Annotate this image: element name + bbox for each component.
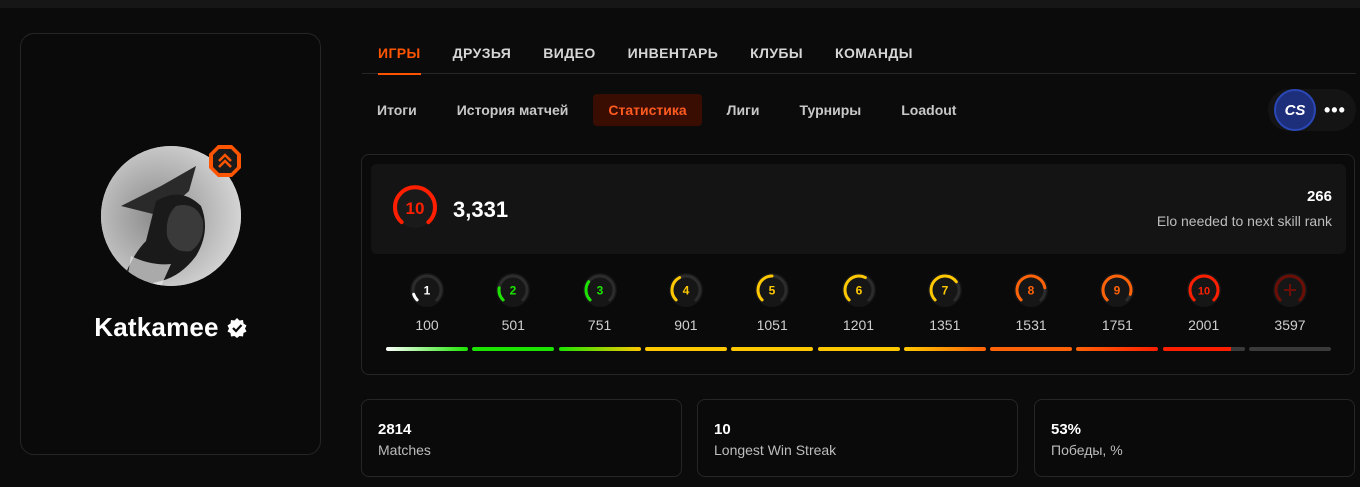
stat-label: Longest Win Streak xyxy=(714,442,837,458)
tab-video[interactable]: ВИДЕО xyxy=(527,33,611,74)
stat-value: 2814 xyxy=(378,421,412,438)
elo-needed-value: 266 xyxy=(1306,188,1332,205)
skill-level-icon: 7 xyxy=(927,273,962,307)
skill-levels-row: 1 100 2 501 3 751 4 901 5 1051 6 1201 7 1351 8 1531 9 175… xyxy=(386,271,1332,361)
elo-value: 3,331 xyxy=(453,197,509,222)
skill-level-number: 4 xyxy=(683,284,690,298)
main-tabs: ИГРЫ ДРУЗЬЯ ВИДЕО ИНВЕНТАРЬ КЛУБЫ КОМАНД… xyxy=(362,33,1356,75)
skill-level-number: 1 xyxy=(424,284,431,298)
skill-level-icon: 1 xyxy=(410,273,444,307)
skill-level-threshold: 3597 xyxy=(1274,317,1306,333)
skill-level-threshold: 751 xyxy=(587,317,612,333)
verified-icon xyxy=(227,317,247,338)
skill-level-10: 10 2001 xyxy=(1162,271,1245,351)
tab-inventory[interactable]: ИНВЕНТАРЬ xyxy=(612,33,735,74)
skill-level-icon: 5 xyxy=(755,273,790,307)
skill-level-5: 5 1051 xyxy=(731,271,814,351)
skill-level-threshold: 1351 xyxy=(929,317,961,333)
skill-level-6: 6 1201 xyxy=(817,271,900,351)
top-bar xyxy=(0,0,1360,8)
skill-level-number: 10 xyxy=(1198,286,1210,298)
skill-level-progress-bar xyxy=(386,347,468,351)
skill-level-threshold: 1201 xyxy=(842,317,875,333)
skill-level-threshold: 501 xyxy=(501,317,525,333)
skill-level-4: 4 901 xyxy=(644,271,727,351)
skill-level-icon xyxy=(1273,273,1307,307)
skill-level-progress-bar xyxy=(990,347,1073,351)
cs2-logo-icon[interactable]: CS xyxy=(1274,89,1316,131)
skill-level-progress-bar xyxy=(472,347,555,351)
elo-needed-label: Elo needed to next skill rank xyxy=(1156,213,1332,229)
skill-level-threshold: 1531 xyxy=(1015,317,1047,333)
elo-summary: 10 3,331 266 Elo needed to next skill ra… xyxy=(371,164,1346,254)
skill-level-progress-bar xyxy=(644,347,727,351)
skill-level-icon: 6 xyxy=(841,273,876,307)
skill-level-number: 5 xyxy=(769,284,776,298)
username-row: Katkamee xyxy=(21,312,320,343)
skill-level-progress-bar xyxy=(1162,347,1245,351)
skill-level-number: 2 xyxy=(510,284,517,298)
stat-value: 10 xyxy=(714,421,731,438)
stat-card-win-rate: 53% Победы, % xyxy=(1034,399,1355,477)
current-skill-level-icon: 10 xyxy=(391,184,439,232)
skill-level-icon: 3 xyxy=(582,273,617,307)
skill-level-threshold: 1051 xyxy=(756,317,788,333)
stat-card-win-streak: 10 Longest Win Streak xyxy=(697,399,1018,477)
skill-level-progress-bar xyxy=(731,347,814,351)
skill-level-progress-bar xyxy=(903,347,986,351)
skill-level-number: 6 xyxy=(855,284,862,298)
subtab-overview[interactable]: Итоги xyxy=(362,94,432,126)
skill-level-progress-bar xyxy=(558,347,641,351)
skill-level-icon: 9 xyxy=(1100,273,1135,307)
skill-level-threshold: 1751 xyxy=(1101,317,1133,333)
subtab-loadout[interactable]: Loadout xyxy=(886,94,971,126)
skill-level-1: 1 100 xyxy=(386,271,468,351)
skill-level-number: 9 xyxy=(1114,284,1121,298)
tab-teams[interactable]: КОМАНДЫ xyxy=(819,33,929,74)
skill-level-threshold: 901 xyxy=(674,317,698,333)
stat-label: Победы, % xyxy=(1051,442,1123,458)
more-options-button[interactable]: ••• xyxy=(1324,100,1346,121)
tab-clubs[interactable]: КЛУБЫ xyxy=(734,33,819,74)
subtab-match-history[interactable]: История матчей xyxy=(442,94,584,126)
sub-tabs: Итоги История матчей Статистика Лиги Тур… xyxy=(362,94,981,126)
skill-level-11: 3597 xyxy=(1249,271,1331,351)
tab-friends[interactable]: ДРУЗЬЯ xyxy=(437,33,528,74)
username: Katkamee xyxy=(94,312,219,342)
skill-level-threshold: 2001 xyxy=(1188,317,1220,333)
tab-games[interactable]: ИГРЫ xyxy=(362,33,437,75)
current-level-text: 10 xyxy=(406,199,425,218)
skill-level-number: 7 xyxy=(941,284,948,298)
stat-card-matches: 2814 Matches xyxy=(361,399,682,477)
skill-level-7: 7 1351 xyxy=(903,271,986,351)
subtab-leagues[interactable]: Лиги xyxy=(712,94,775,126)
skill-level-threshold: 100 xyxy=(415,317,439,333)
subtab-tournaments[interactable]: Турниры xyxy=(785,94,877,126)
skill-level-9: 9 1751 xyxy=(1076,271,1159,351)
elo-panel: 10 3,331 266 Elo needed to next skill ra… xyxy=(361,154,1355,375)
skill-level-icon: 4 xyxy=(668,273,703,307)
skill-level-progress-bar xyxy=(817,347,900,351)
skill-level-number: 3 xyxy=(596,284,603,298)
skill-level-progress-bar xyxy=(1249,347,1331,351)
skill-level-icon: 8 xyxy=(1014,273,1049,307)
skill-level-8: 8 1531 xyxy=(990,271,1073,351)
profile-card: Katkamee xyxy=(20,33,321,455)
skill-level-3: 3 751 xyxy=(558,271,641,351)
stat-value: 53% xyxy=(1051,421,1082,438)
skill-level-2: 2 501 xyxy=(472,271,555,351)
skill-level-progress-bar xyxy=(1076,347,1159,351)
subtab-statistics[interactable]: Статистика xyxy=(593,94,702,126)
level-badge-icon xyxy=(209,145,241,177)
skill-level-icon: 2 xyxy=(496,273,531,307)
game-selector: CS ••• xyxy=(1268,89,1356,131)
skill-level-icon: 10 xyxy=(1186,273,1221,307)
skill-level-number: 8 xyxy=(1028,284,1035,298)
stat-label: Matches xyxy=(378,442,431,458)
